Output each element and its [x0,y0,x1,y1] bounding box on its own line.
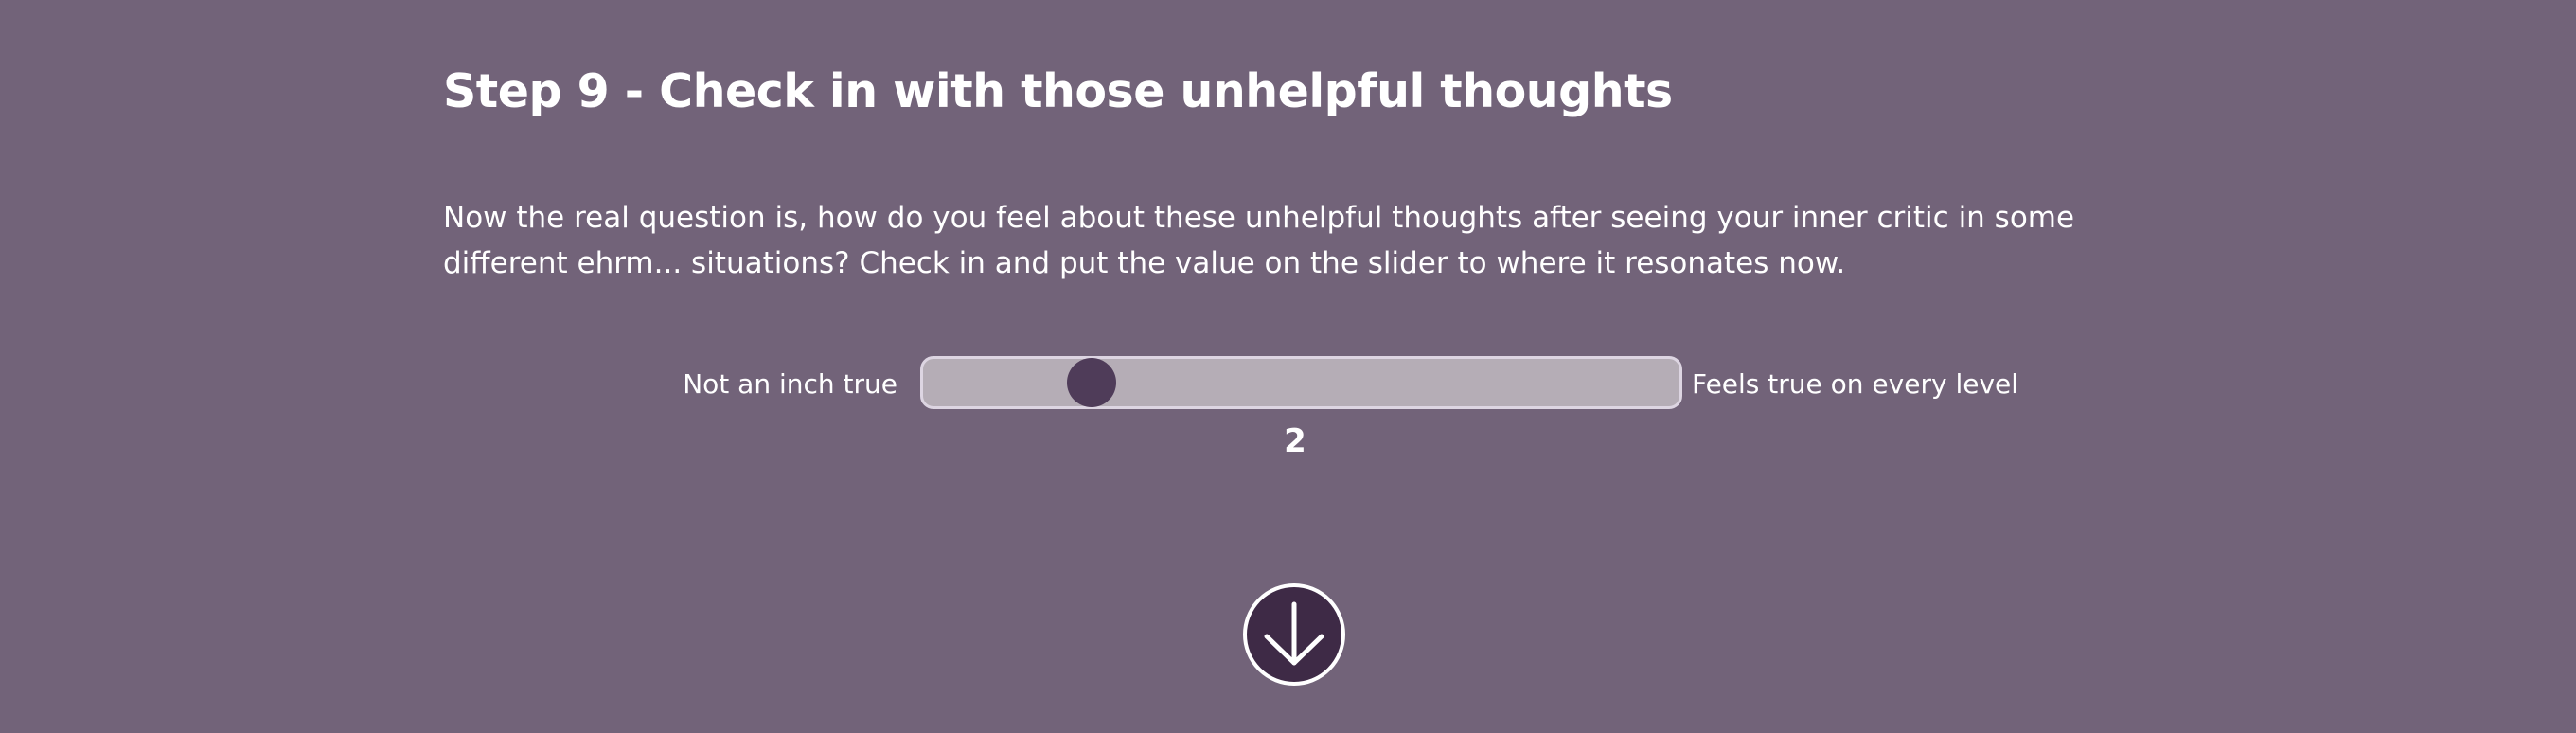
slider-max-label: Feels true on every level [1692,368,2019,400]
slider-min-label: Not an inch true [683,368,897,400]
slider-value: 2 [1284,422,1306,460]
slider-thumb[interactable] [1066,358,1116,407]
step-description: Now the real question is, how do you fee… [443,195,2128,286]
resonance-slider-row: Not an inch true Feels true on every lev… [0,356,2576,415]
next-step-button[interactable] [1243,583,1345,686]
step-title: Step 9 - Check in with those unhelpful t… [443,64,1673,118]
step-description-line: different ehrm... situations? Check in a… [443,246,1846,280]
step-description-line: Now the real question is, how do you fee… [443,201,2075,235]
arrow-down-icon [1264,601,1324,666]
resonance-slider[interactable] [920,356,1682,409]
